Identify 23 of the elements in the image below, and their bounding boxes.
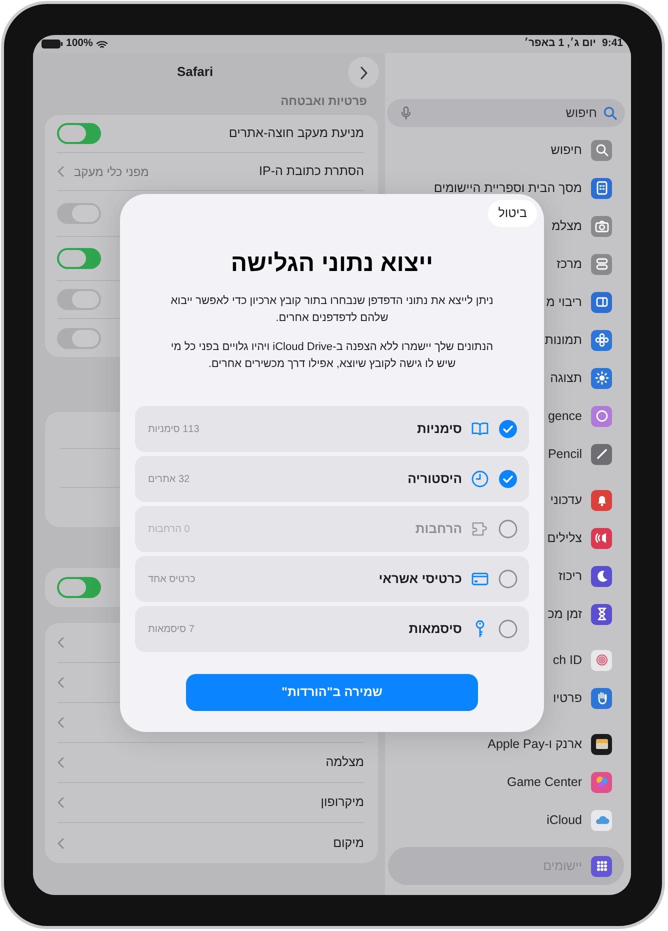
description-text: הנתונים שלך יישמרו ללא הצפנה ב-iCloud Drive ויהיו גלויים בפני כל מי שיש לו גישה לקובץ שיוצא, אפילו דרך מכשירים אחרים. <box>170 340 494 372</box>
item-count: כרטיס אחד <box>148 572 196 586</box>
item-count: 7 סיסמאות <box>148 622 194 636</box>
description-text: ניתן לייצא את נתוני הדפדפן שנבחרו בתור קובץ ארכיון כדי לאפשר ייבוא שלהם לדפדפנים אחרים. <box>170 294 494 326</box>
item-count: 113 סימניות <box>148 422 200 436</box>
battery-percent: 100% <box>66 36 93 52</box>
option-label: סיסמאות <box>408 620 462 638</box>
setting-label: מיקום <box>333 834 364 852</box>
option-label: סימניות <box>417 420 462 438</box>
page-title: Safari <box>176 63 214 82</box>
setting-value: מפני כלי מעקב <box>74 164 149 180</box>
status-date: יום ג׳, 1 באפר׳ <box>524 36 596 52</box>
option-label: כרטיסי אשראי <box>378 570 462 588</box>
option-label: היסטוריה <box>408 470 462 488</box>
sheet-title: ייצוא נתוני הגלישה <box>230 249 434 279</box>
setting-label: מצלמה <box>326 754 364 772</box>
item-count: 32 אתרים <box>148 472 190 486</box>
setting-label: הסתרת כתובת ה-IP <box>259 163 364 180</box>
setting-label: מיקרופון <box>320 794 364 812</box>
setting-label: מניעת מעקב חוצה-אתרים <box>228 125 364 142</box>
option-label: הרחבות <box>415 520 462 538</box>
clock-time: 9:41 <box>602 36 623 52</box>
section-header: פרטיות ואבטחה <box>280 93 367 110</box>
